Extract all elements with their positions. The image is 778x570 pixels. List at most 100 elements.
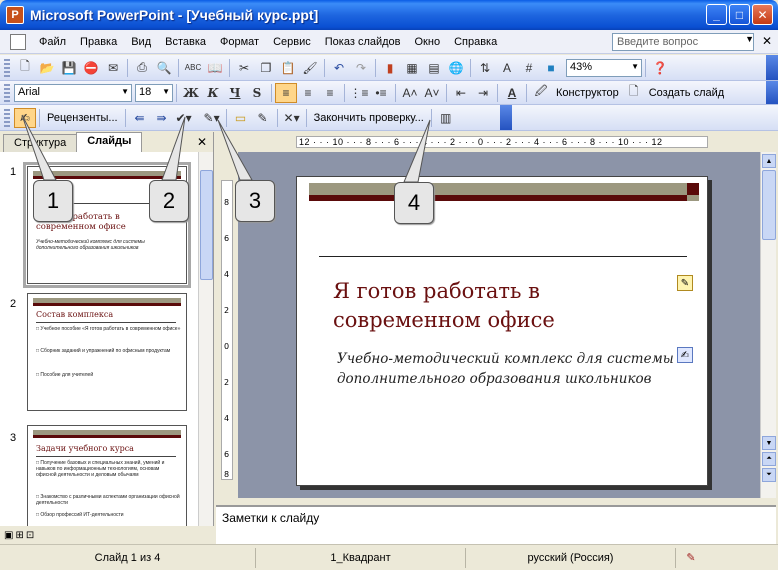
chart-icon[interactable]: ▮ <box>379 58 401 78</box>
slideshow-icon[interactable]: ⊡ <box>26 530 34 541</box>
slide-scrollbar[interactable]: ▲ ▼ ⏶ ⏷ <box>760 152 776 498</box>
menu-insert[interactable]: Вставка <box>158 34 213 50</box>
design-icon[interactable]: 🖉 <box>530 83 552 103</box>
format-painter-icon[interactable]: 🖌 <box>299 58 321 78</box>
menu-window[interactable]: Окно <box>408 34 448 50</box>
slide-subtitle[interactable]: Учебно-методический комплекс для системы… <box>337 349 677 389</box>
paste-icon[interactable]: 📋 <box>277 58 299 78</box>
font-select[interactable]: Arial ▼ <box>14 83 132 102</box>
reviewers-button[interactable]: Рецензенты... <box>43 112 122 124</box>
font-size-select[interactable]: 18 ▼ <box>135 83 173 102</box>
toolbar-grip[interactable] <box>4 58 10 77</box>
next-item-icon[interactable]: ⇛ <box>151 108 173 128</box>
previous-item-icon[interactable]: ⇚ <box>129 108 151 128</box>
permission-icon[interactable]: ⛔ <box>80 58 102 78</box>
menu-help[interactable]: Справка <box>447 34 504 50</box>
help-search-input[interactable]: Введите вопрос <box>612 33 754 51</box>
tables-borders-icon[interactable]: ▤ <box>423 58 445 78</box>
align-left-icon[interactable]: ≡ <box>275 82 297 103</box>
next-slide-icon[interactable]: ⏷ <box>762 468 776 482</box>
normal-view-icon[interactable]: ▣ <box>4 530 13 541</box>
delete-comment-icon[interactable]: ✕▾ <box>281 108 303 128</box>
save-icon[interactable]: 💾 <box>58 58 80 78</box>
apply-change-icon[interactable]: ✔▾ <box>173 108 195 128</box>
menu-format[interactable]: Формат <box>213 34 266 50</box>
zoom-select[interactable]: 43% ▼ <box>566 58 642 77</box>
shadow-button[interactable]: S <box>246 83 268 103</box>
notes-pane[interactable]: Заметки к слайду <box>216 505 776 544</box>
tab-outline[interactable]: Структура <box>3 134 78 152</box>
spelling-icon[interactable]: ABC <box>182 58 204 78</box>
help-icon[interactable]: ❓ <box>649 58 671 78</box>
open-icon[interactable]: 📂 <box>36 58 58 78</box>
maximize-button[interactable]: □ <box>729 4 750 25</box>
slide-title[interactable]: Я готов работать в современном офисе <box>333 277 663 335</box>
document-close-button[interactable]: ✕ <box>762 34 772 48</box>
powerpoint-icon[interactable]: P <box>6 6 24 24</box>
reviewing-pane-icon[interactable]: ▥ <box>435 108 457 128</box>
scroll-down-icon[interactable]: ▼ <box>762 436 776 450</box>
menu-view[interactable]: Вид <box>124 34 158 50</box>
numbering-icon[interactable]: ⋮≡ <box>348 83 370 103</box>
toolbar-options[interactable] <box>766 55 778 80</box>
pane-close-button[interactable]: ✕ <box>197 135 207 149</box>
toolbar-options[interactable] <box>500 105 512 130</box>
slide-thumbnail-2[interactable]: Состав комплекса □ Учебное пособие «Я го… <box>27 293 187 411</box>
bullets-icon[interactable]: •≡ <box>370 83 392 103</box>
decrease-font-icon[interactable]: A˅ <box>421 83 443 103</box>
menu-tools[interactable]: Сервис <box>266 34 318 50</box>
slide-sorter-icon[interactable]: ⊞ <box>15 530 23 541</box>
toolbar-grip[interactable] <box>4 108 10 127</box>
insert-comment-icon[interactable]: ▭ <box>230 108 252 128</box>
slide-thumbnail-3[interactable]: Задачи учебного курса □ Получение базовы… <box>27 425 187 526</box>
align-center-icon[interactable]: ≡ <box>297 83 319 103</box>
menu-slideshow[interactable]: Показ слайдов <box>318 34 408 50</box>
grid-icon[interactable]: # <box>518 58 540 78</box>
thumbnails-scrollbar[interactable] <box>198 152 213 526</box>
tab-slides[interactable]: Слайды <box>76 132 143 152</box>
color-grayscale-icon[interactable]: ■ <box>540 58 562 78</box>
menu-file[interactable]: Файл <box>32 34 73 50</box>
spelling-status-icon[interactable]: ✎ <box>676 548 706 568</box>
comment-icon[interactable]: ✍ <box>677 347 693 363</box>
current-slide[interactable]: Я готов работать в современном офисе Уче… <box>296 176 708 486</box>
previous-slide-icon[interactable]: ⏶ <box>762 452 776 466</box>
italic-button[interactable]: К <box>202 83 224 103</box>
unapply-change-icon[interactable]: ✎▾ <box>201 108 223 128</box>
scroll-thumb[interactable] <box>762 170 776 240</box>
show-formatting-icon[interactable]: A <box>496 58 518 78</box>
research-icon[interactable]: 📖 <box>204 58 226 78</box>
undo-icon[interactable]: ↶ <box>328 58 350 78</box>
markup-icon[interactable]: ✍ <box>14 107 36 128</box>
new-slide-button[interactable]: Создать слайд <box>645 87 728 99</box>
redo-icon[interactable]: ↷ <box>350 58 372 78</box>
font-color-icon[interactable]: A <box>501 83 523 103</box>
cut-icon[interactable]: ✂ <box>233 58 255 78</box>
print-preview-icon[interactable]: 🔍 <box>153 58 175 78</box>
increase-font-icon[interactable]: A˄ <box>399 83 421 103</box>
scroll-up-icon[interactable]: ▲ <box>762 154 776 168</box>
toolbar-options[interactable] <box>766 81 778 104</box>
new-icon[interactable]: 🗋 <box>14 58 36 78</box>
underline-button[interactable]: Ч <box>224 83 246 103</box>
document-icon[interactable] <box>10 33 26 50</box>
decrease-indent-icon[interactable]: ⇤ <box>450 83 472 103</box>
chevron-down-icon[interactable]: ▼ <box>745 34 754 44</box>
copy-icon[interactable]: ❐ <box>255 58 277 78</box>
close-button[interactable]: ✕ <box>752 4 773 25</box>
print-icon[interactable]: ⎙ <box>131 58 153 78</box>
minimize-button[interactable]: _ <box>706 4 727 25</box>
new-slide-icon[interactable]: 🗋 <box>623 83 645 103</box>
email-icon[interactable]: ✉ <box>102 58 124 78</box>
increase-indent-icon[interactable]: ⇥ <box>472 83 494 103</box>
align-right-icon[interactable]: ≡ <box>319 83 341 103</box>
end-review-button[interactable]: Закончить проверку... <box>310 112 428 124</box>
expand-icon[interactable]: ⇅ <box>474 58 496 78</box>
menu-edit[interactable]: Правка <box>73 34 124 50</box>
hyperlink-icon[interactable]: 🌐 <box>445 58 467 78</box>
design-button[interactable]: Конструктор <box>552 87 623 99</box>
bold-button[interactable]: Ж <box>180 83 202 103</box>
edit-comment-icon[interactable]: ✎ <box>252 108 274 128</box>
comment-icon[interactable]: ✎ <box>677 275 693 291</box>
toolbar-grip[interactable] <box>4 83 10 102</box>
